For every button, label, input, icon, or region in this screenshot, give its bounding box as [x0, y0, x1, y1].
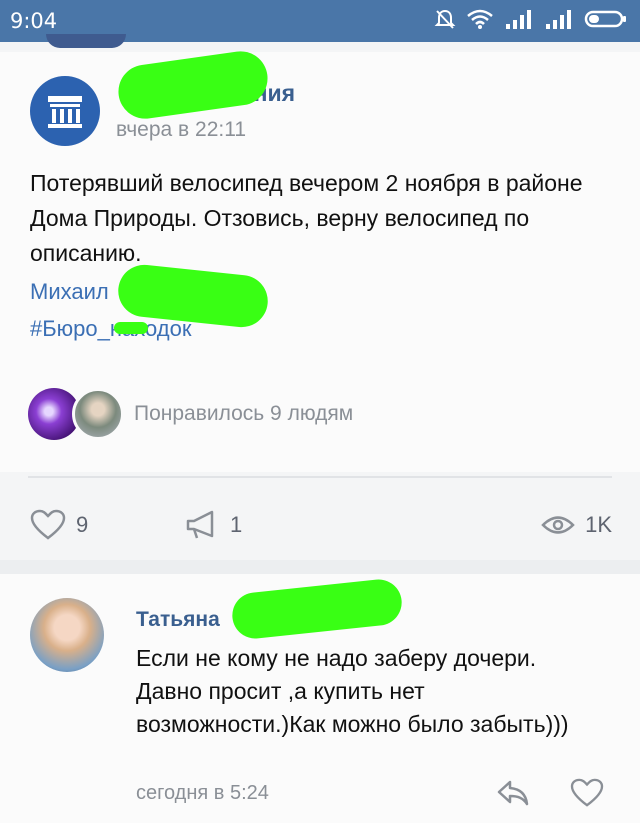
post-text: Потерявший велосипед вечером 2 ноября в … — [30, 170, 583, 266]
group-avatar[interactable] — [30, 76, 100, 146]
reply-icon[interactable] — [496, 778, 530, 808]
views-indicator: 1K — [541, 495, 612, 555]
views-count: 1K — [585, 512, 612, 537]
section-separator — [0, 560, 640, 574]
liker-avatar[interactable] — [72, 388, 124, 440]
post-mention-link[interactable]: Михаил — [30, 279, 109, 305]
like-button[interactable]: 9 — [30, 495, 88, 555]
signal-icon — [506, 10, 531, 29]
liker-avatars[interactable] — [28, 388, 128, 440]
signal-icon — [546, 10, 571, 29]
heart-icon — [30, 509, 66, 540]
comment-author[interactable]: Татьяна — [136, 608, 220, 632]
megaphone-icon — [186, 510, 214, 539]
post-actions: 9 1 1K — [0, 495, 640, 555]
comment: Татьяна Если не кому не надо заберу доче… — [0, 574, 640, 823]
eye-icon — [541, 516, 575, 534]
redaction-mark — [114, 47, 272, 123]
building-icon — [48, 96, 82, 128]
liked-by-text[interactable]: Понравилось 9 людям — [134, 402, 353, 426]
status-icons — [434, 8, 628, 30]
post-card: к | Объявления вчера в 22:11 Потерявший … — [0, 47, 640, 472]
redaction-mark — [230, 577, 404, 641]
comment-text: Если не кому не надо заберу дочери. Давн… — [136, 645, 569, 737]
divider — [28, 476, 612, 478]
heart-icon[interactable] — [570, 778, 604, 808]
top-strip — [0, 34, 640, 52]
commenter-avatar[interactable] — [30, 598, 104, 672]
comment-time: сегодня в 5:24 — [136, 782, 269, 804]
share-button[interactable]: 1 — [184, 495, 242, 555]
redaction-mark — [114, 322, 148, 334]
like-count: 9 — [76, 512, 89, 537]
wifi-icon — [467, 9, 493, 29]
share-count: 1 — [230, 512, 243, 537]
status-time: 9:04 — [10, 9, 58, 33]
mute-bell-icon — [434, 9, 456, 29]
post-hashtag-link[interactable]: #Бюро_находок — [30, 316, 191, 342]
battery-icon — [584, 10, 626, 28]
post-time: вчера в 22:11 — [116, 118, 247, 141]
scroll-pill — [46, 34, 126, 48]
